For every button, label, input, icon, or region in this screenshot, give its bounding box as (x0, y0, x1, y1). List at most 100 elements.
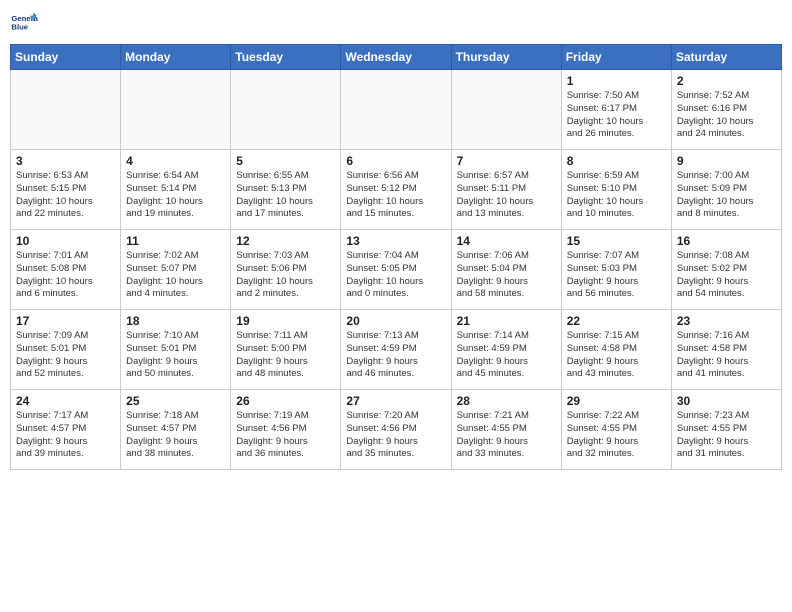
day-cell: 3 Sunrise: 6:53 AM Sunset: 5:15 PM Daylig… (11, 150, 121, 230)
day-cell: 24Sunrise: 7:17 AM Sunset: 4:57 PM Dayli… (11, 390, 121, 470)
day-number: 17 (16, 314, 115, 328)
day-info: Sunrise: 7:52 AM Sunset: 6:16 PM Dayligh… (677, 90, 776, 141)
week-row-5: 24Sunrise: 7:17 AM Sunset: 4:57 PM Dayli… (11, 390, 782, 470)
day-info: Sunrise: 7:04 AM Sunset: 5:05 PM Dayligh… (346, 250, 445, 301)
day-info: Sunrise: 7:03 AM Sunset: 5:06 PM Dayligh… (236, 250, 335, 301)
day-cell: 18 Sunrise: 7:10 AM Sunset: 5:01 PM Dayli… (121, 310, 231, 390)
day-info: Sunrise: 7:18 AM Sunset: 4:57 PM Dayligh… (126, 410, 225, 461)
day-cell: 29 Sunrise: 7:22 AM Sunset: 4:55 PM Dayli… (561, 390, 671, 470)
day-number: 9 (677, 154, 776, 168)
svg-text:Blue: Blue (11, 23, 28, 32)
day-number: 16 (677, 234, 776, 248)
day-number: 2 (677, 74, 776, 88)
day-number: 15 (567, 234, 666, 248)
day-info: Sunrise: 7:13 AM Sunset: 4:59 PM Dayligh… (346, 330, 445, 381)
day-info: Sunrise: 7:50 AM Sunset: 6:17 PM Dayligh… (567, 90, 666, 141)
day-info: Sunrise: 7:20 AM Sunset: 4:56 PM Dayligh… (346, 410, 445, 461)
day-info: Sunrise: 7:06 AM Sunset: 5:04 PM Dayligh… (457, 250, 556, 301)
day-info: Sunrise: 7:21 AM Sunset: 4:55 PM Dayligh… (457, 410, 556, 461)
day-info: Sunrise: 6:53 AM Sunset: 5:15 PM Dayligh… (16, 170, 115, 221)
day-number: 24 (16, 394, 115, 408)
week-row-3: 10 Sunrise: 7:01 AM Sunset: 5:08 PM Dayli… (11, 230, 782, 310)
day-info: Sunrise: 7:16 AM Sunset: 4:58 PM Dayligh… (677, 330, 776, 381)
day-cell: 5 Sunrise: 6:55 AM Sunset: 5:13 PM Daylig… (231, 150, 341, 230)
day-info: Sunrise: 7:15 AM Sunset: 4:58 PM Dayligh… (567, 330, 666, 381)
day-number: 12 (236, 234, 335, 248)
day-number: 10 (16, 234, 115, 248)
day-cell: 15 Sunrise: 7:07 AM Sunset: 5:03 PM Dayli… (561, 230, 671, 310)
day-cell: 4Sunrise: 6:54 AM Sunset: 5:14 PM Daylig… (121, 150, 231, 230)
weekday-header-monday: Monday (121, 45, 231, 70)
day-info: Sunrise: 7:07 AM Sunset: 5:03 PM Dayligh… (567, 250, 666, 301)
day-number: 18 (126, 314, 225, 328)
day-cell: 7 Sunrise: 6:57 AM Sunset: 5:11 PM Daylig… (451, 150, 561, 230)
day-cell: 12 Sunrise: 7:03 AM Sunset: 5:06 PM Dayli… (231, 230, 341, 310)
day-cell: 21 Sunrise: 7:14 AM Sunset: 4:59 PM Dayli… (451, 310, 561, 390)
day-number: 28 (457, 394, 556, 408)
day-info: Sunrise: 7:10 AM Sunset: 5:01 PM Dayligh… (126, 330, 225, 381)
day-number: 29 (567, 394, 666, 408)
day-number: 25 (126, 394, 225, 408)
calendar-table: SundayMondayTuesdayWednesdayThursdayFrid… (10, 44, 782, 470)
day-number: 14 (457, 234, 556, 248)
day-number: 4 (126, 154, 225, 168)
weekday-header-wednesday: Wednesday (341, 45, 451, 70)
day-cell: 20 Sunrise: 7:13 AM Sunset: 4:59 PM Dayli… (341, 310, 451, 390)
day-number: 30 (677, 394, 776, 408)
day-cell: 26 Sunrise: 7:19 AM Sunset: 4:56 PM Dayli… (231, 390, 341, 470)
day-cell (231, 70, 341, 150)
day-number: 22 (567, 314, 666, 328)
day-number: 1 (567, 74, 666, 88)
day-cell: 27 Sunrise: 7:20 AM Sunset: 4:56 PM Dayli… (341, 390, 451, 470)
day-number: 3 (16, 154, 115, 168)
weekday-header-tuesday: Tuesday (231, 45, 341, 70)
day-number: 26 (236, 394, 335, 408)
day-cell: 16Sunrise: 7:08 AM Sunset: 5:02 PM Dayli… (671, 230, 781, 310)
day-cell (11, 70, 121, 150)
weekday-header-thursday: Thursday (451, 45, 561, 70)
day-cell: 28 Sunrise: 7:21 AM Sunset: 4:55 PM Dayli… (451, 390, 561, 470)
day-number: 6 (346, 154, 445, 168)
day-cell: 11 Sunrise: 7:02 AM Sunset: 5:07 PM Dayli… (121, 230, 231, 310)
day-info: Sunrise: 7:01 AM Sunset: 5:08 PM Dayligh… (16, 250, 115, 301)
weekday-header-saturday: Saturday (671, 45, 781, 70)
day-number: 21 (457, 314, 556, 328)
day-info: Sunrise: 7:09 AM Sunset: 5:01 PM Dayligh… (16, 330, 115, 381)
day-cell: 23 Sunrise: 7:16 AM Sunset: 4:58 PM Dayli… (671, 310, 781, 390)
day-cell: 6 Sunrise: 6:56 AM Sunset: 5:12 PM Daylig… (341, 150, 451, 230)
day-info: Sunrise: 6:57 AM Sunset: 5:11 PM Dayligh… (457, 170, 556, 221)
page-header: General Blue (10, 10, 782, 38)
week-row-1: 1 Sunrise: 7:50 AM Sunset: 6:17 PM Daylig… (11, 70, 782, 150)
day-cell (341, 70, 451, 150)
day-info: Sunrise: 6:55 AM Sunset: 5:13 PM Dayligh… (236, 170, 335, 221)
day-number: 7 (457, 154, 556, 168)
logo-icon: General Blue (10, 10, 38, 38)
day-number: 27 (346, 394, 445, 408)
logo: General Blue (10, 10, 38, 38)
day-number: 23 (677, 314, 776, 328)
weekday-header-sunday: Sunday (11, 45, 121, 70)
week-row-4: 17 Sunrise: 7:09 AM Sunset: 5:01 PM Dayli… (11, 310, 782, 390)
day-cell: 17 Sunrise: 7:09 AM Sunset: 5:01 PM Dayli… (11, 310, 121, 390)
day-info: Sunrise: 7:19 AM Sunset: 4:56 PM Dayligh… (236, 410, 335, 461)
day-info: Sunrise: 7:02 AM Sunset: 5:07 PM Dayligh… (126, 250, 225, 301)
day-number: 5 (236, 154, 335, 168)
day-info: Sunrise: 6:56 AM Sunset: 5:12 PM Dayligh… (346, 170, 445, 221)
day-info: Sunrise: 7:22 AM Sunset: 4:55 PM Dayligh… (567, 410, 666, 461)
day-cell: 9 Sunrise: 7:00 AM Sunset: 5:09 PM Daylig… (671, 150, 781, 230)
day-cell (451, 70, 561, 150)
day-cell: 8Sunrise: 6:59 AM Sunset: 5:10 PM Daylig… (561, 150, 671, 230)
day-info: Sunrise: 7:23 AM Sunset: 4:55 PM Dayligh… (677, 410, 776, 461)
day-info: Sunrise: 7:11 AM Sunset: 5:00 PM Dayligh… (236, 330, 335, 381)
day-cell: 1 Sunrise: 7:50 AM Sunset: 6:17 PM Daylig… (561, 70, 671, 150)
day-cell (121, 70, 231, 150)
day-info: Sunrise: 7:00 AM Sunset: 5:09 PM Dayligh… (677, 170, 776, 221)
weekday-header-friday: Friday (561, 45, 671, 70)
day-cell: 30 Sunrise: 7:23 AM Sunset: 4:55 PM Dayli… (671, 390, 781, 470)
day-number: 11 (126, 234, 225, 248)
day-cell: 13Sunrise: 7:04 AM Sunset: 5:05 PM Dayli… (341, 230, 451, 310)
day-info: Sunrise: 7:14 AM Sunset: 4:59 PM Dayligh… (457, 330, 556, 381)
day-cell: 19Sunrise: 7:11 AM Sunset: 5:00 PM Dayli… (231, 310, 341, 390)
day-number: 20 (346, 314, 445, 328)
day-info: Sunrise: 6:59 AM Sunset: 5:10 PM Dayligh… (567, 170, 666, 221)
